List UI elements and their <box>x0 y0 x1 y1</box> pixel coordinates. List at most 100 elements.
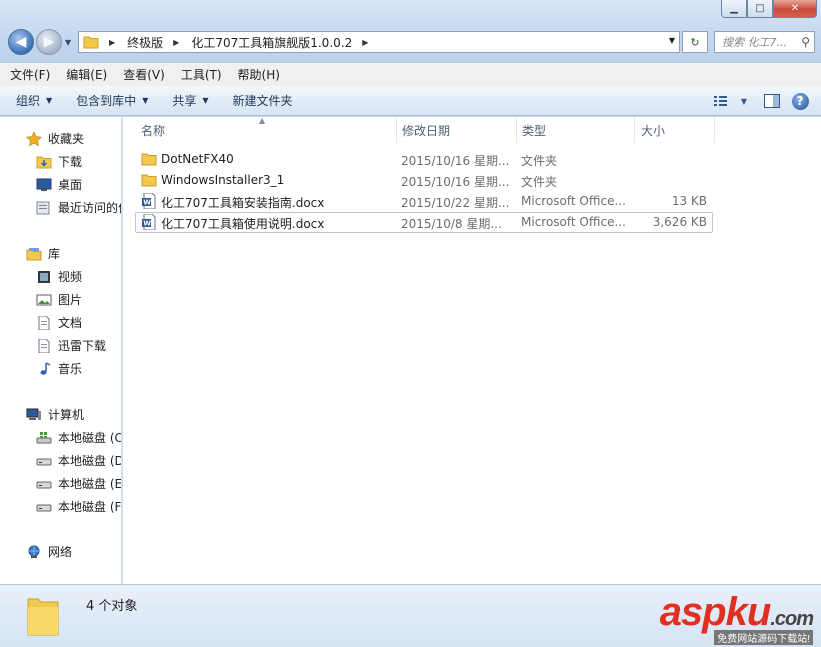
new-folder-button[interactable]: 新建文件夹 <box>233 92 293 109</box>
forward-button[interactable]: ▶ <box>36 29 62 55</box>
sidebar-label: 本地磁盘 (E:) <box>58 477 122 491</box>
video-icon <box>38 270 50 283</box>
file-type: 文件夹 <box>521 175 558 189</box>
watermark-part: asp <box>659 590 727 634</box>
sidebar-item-network[interactable]: 网络 <box>26 543 72 560</box>
sidebar-item-music[interactable]: 音乐 <box>36 360 82 377</box>
file-size: 3,626 KB <box>652 215 707 229</box>
chevron-right-icon: ▶ <box>109 37 116 47</box>
address-dropdown-icon[interactable]: ▼ <box>669 36 675 45</box>
include-library-label: 包含到库中 <box>76 94 137 108</box>
minimize-button[interactable]: ▁ <box>721 0 747 18</box>
chevron-right-icon[interactable]: ▶ <box>173 38 179 47</box>
maximize-button[interactable]: □ <box>747 0 773 18</box>
view-dropdown-icon[interactable]: ▼ <box>733 90 755 112</box>
menu-help[interactable]: 帮助(H) <box>238 66 280 83</box>
file-type: Microsoft Office... <box>521 215 626 229</box>
document-icon <box>38 338 50 353</box>
sidebar-item-computer[interactable]: 计算机 <box>26 406 84 423</box>
search-input[interactable]: 搜索 化工7... ⚲ <box>714 31 815 53</box>
refresh-button[interactable]: ↻ <box>682 31 708 53</box>
menu-tools[interactable]: 工具(T) <box>181 66 222 83</box>
search-placeholder: 搜索 化工7... <box>722 36 787 49</box>
sidebar-item-drive-c[interactable]: 本地磁盘 (C:) <box>36 429 122 446</box>
column-header-type[interactable]: 类型 <box>517 117 635 143</box>
sidebar-label: 本地磁盘 (D:) <box>58 454 121 468</box>
watermark-part: ku <box>725 590 772 634</box>
file-name: 化工707工具箱安装指南.docx <box>161 196 325 210</box>
sort-ascending-icon: ▲ <box>259 116 266 125</box>
sidebar-item-documents[interactable]: 文档 <box>36 314 82 331</box>
title-bar: ▁ □ ✕ ◀ ▶ ▼ ▶ 终极版 ▶ 化工707工具箱旗舰版1.0.0.2 ▶… <box>0 0 821 62</box>
search-icon[interactable]: ⚲ <box>801 35 810 49</box>
star-icon <box>26 131 42 146</box>
menu-edit[interactable]: 编辑(E) <box>66 66 107 83</box>
column-label: 大小 <box>641 123 666 138</box>
file-date: 2015/10/8 星期... <box>401 217 502 231</box>
breadcrumb-item[interactable]: 化工707工具箱旗舰版1.0.0.2 <box>191 34 352 51</box>
sidebar-item-drive-f[interactable]: 本地磁盘 (F:) <box>36 498 121 515</box>
file-name: WindowsInstaller3_1 <box>161 173 285 187</box>
folder-icon <box>83 36 99 49</box>
sidebar-label: 计算机 <box>48 408 85 422</box>
watermark-part: .com <box>770 608 814 630</box>
window-controls: ▁ □ ✕ <box>721 0 817 18</box>
sidebar-label: 网络 <box>48 545 73 559</box>
hard-drive-icon <box>36 458 52 465</box>
pictures-icon <box>36 294 52 305</box>
sidebar-item-thunder-downloads[interactable]: 迅雷下载 <box>36 337 106 354</box>
file-row-selected[interactable]: W 化工707工具箱使用说明.docx 2015/10/8 星期... Micr… <box>135 212 713 233</box>
menu-file[interactable]: 文件(F) <box>10 66 50 83</box>
chevron-down-icon: ▼ <box>46 96 53 105</box>
hard-drive-icon <box>36 504 52 511</box>
file-row[interactable]: DotNetFX40 2015/10/16 星期... 文件夹 <box>135 149 713 170</box>
item-count: 4 个对象 <box>86 599 138 614</box>
preview-pane-icon[interactable] <box>761 90 783 112</box>
file-row[interactable]: W 化工707工具箱安装指南.docx 2015/10/22 星期... Mic… <box>135 191 713 212</box>
help-button[interactable]: ? <box>789 90 811 112</box>
sidebar-item-downloads[interactable]: 下载 <box>36 153 82 170</box>
share-button[interactable]: 共享 ▼ <box>172 92 208 109</box>
sidebar-item-videos[interactable]: 视频 <box>36 268 82 285</box>
desktop-icon <box>36 178 52 191</box>
sidebar-item-drive-e[interactable]: 本地磁盘 (E:) <box>36 475 122 492</box>
network-icon <box>28 545 40 558</box>
new-folder-label: 新建文件夹 <box>232 94 293 108</box>
menu-view[interactable]: 查看(V) <box>123 66 165 83</box>
sidebar-item-desktop[interactable]: 桌面 <box>36 176 82 193</box>
recent-pages-dropdown[interactable]: ▼ <box>65 38 71 47</box>
file-type: 文件夹 <box>521 154 558 168</box>
chevron-down-icon: ▼ <box>142 96 149 105</box>
breadcrumb-item[interactable]: 终极版 <box>127 34 163 51</box>
download-folder-icon <box>36 156 52 168</box>
column-header-date[interactable]: 修改日期 <box>397 117 517 143</box>
view-options-icon[interactable] <box>711 90 733 112</box>
watermark-logo: aspku.com 免费网站源码下载站! <box>659 590 814 645</box>
svg-text:W: W <box>143 220 151 228</box>
watermark-text: aspku.com <box>659 590 814 635</box>
close-button[interactable]: ✕ <box>773 0 817 18</box>
file-list: 名称 ▲ 修改日期 类型 大小 DotNetFX40 2015/10/16 星期… <box>123 116 821 584</box>
file-row[interactable]: WindowsInstaller3_1 2015/10/16 星期... 文件夹 <box>135 170 713 191</box>
sidebar-item-recent-places[interactable]: 最近访问的位置 <box>36 199 121 216</box>
address-bar[interactable]: ▶ 终极版 ▶ 化工707工具箱旗舰版1.0.0.2 ▶ ▼ <box>78 31 680 53</box>
back-button[interactable]: ◀ <box>8 29 34 55</box>
chevron-right-icon[interactable]: ▶ <box>362 38 368 47</box>
sidebar-label: 视频 <box>58 270 83 284</box>
sidebar-label: 桌面 <box>58 178 83 192</box>
sidebar-item-drive-d[interactable]: 本地磁盘 (D:) <box>36 452 121 469</box>
system-drive-icon <box>36 431 52 443</box>
sidebar-item-libraries[interactable]: 库 <box>26 245 60 262</box>
include-in-library-button[interactable]: 包含到库中 ▼ <box>76 92 148 109</box>
sidebar-item-pictures[interactable]: 图片 <box>36 291 82 308</box>
column-header-size[interactable]: 大小 <box>635 117 715 143</box>
sidebar-label: 本地磁盘 (F:) <box>58 500 121 514</box>
file-type: Microsoft Office... <box>521 194 626 208</box>
sidebar-item-favorites[interactable]: 收藏夹 <box>26 130 84 147</box>
sidebar-label: 本地磁盘 (C:) <box>58 431 122 445</box>
folder-icon <box>141 174 157 187</box>
column-header-name[interactable]: 名称 ▲ <box>123 116 397 143</box>
organize-button[interactable]: 组织 ▼ <box>16 92 52 109</box>
svg-text:W: W <box>143 199 151 207</box>
sidebar-label: 音乐 <box>58 362 83 376</box>
